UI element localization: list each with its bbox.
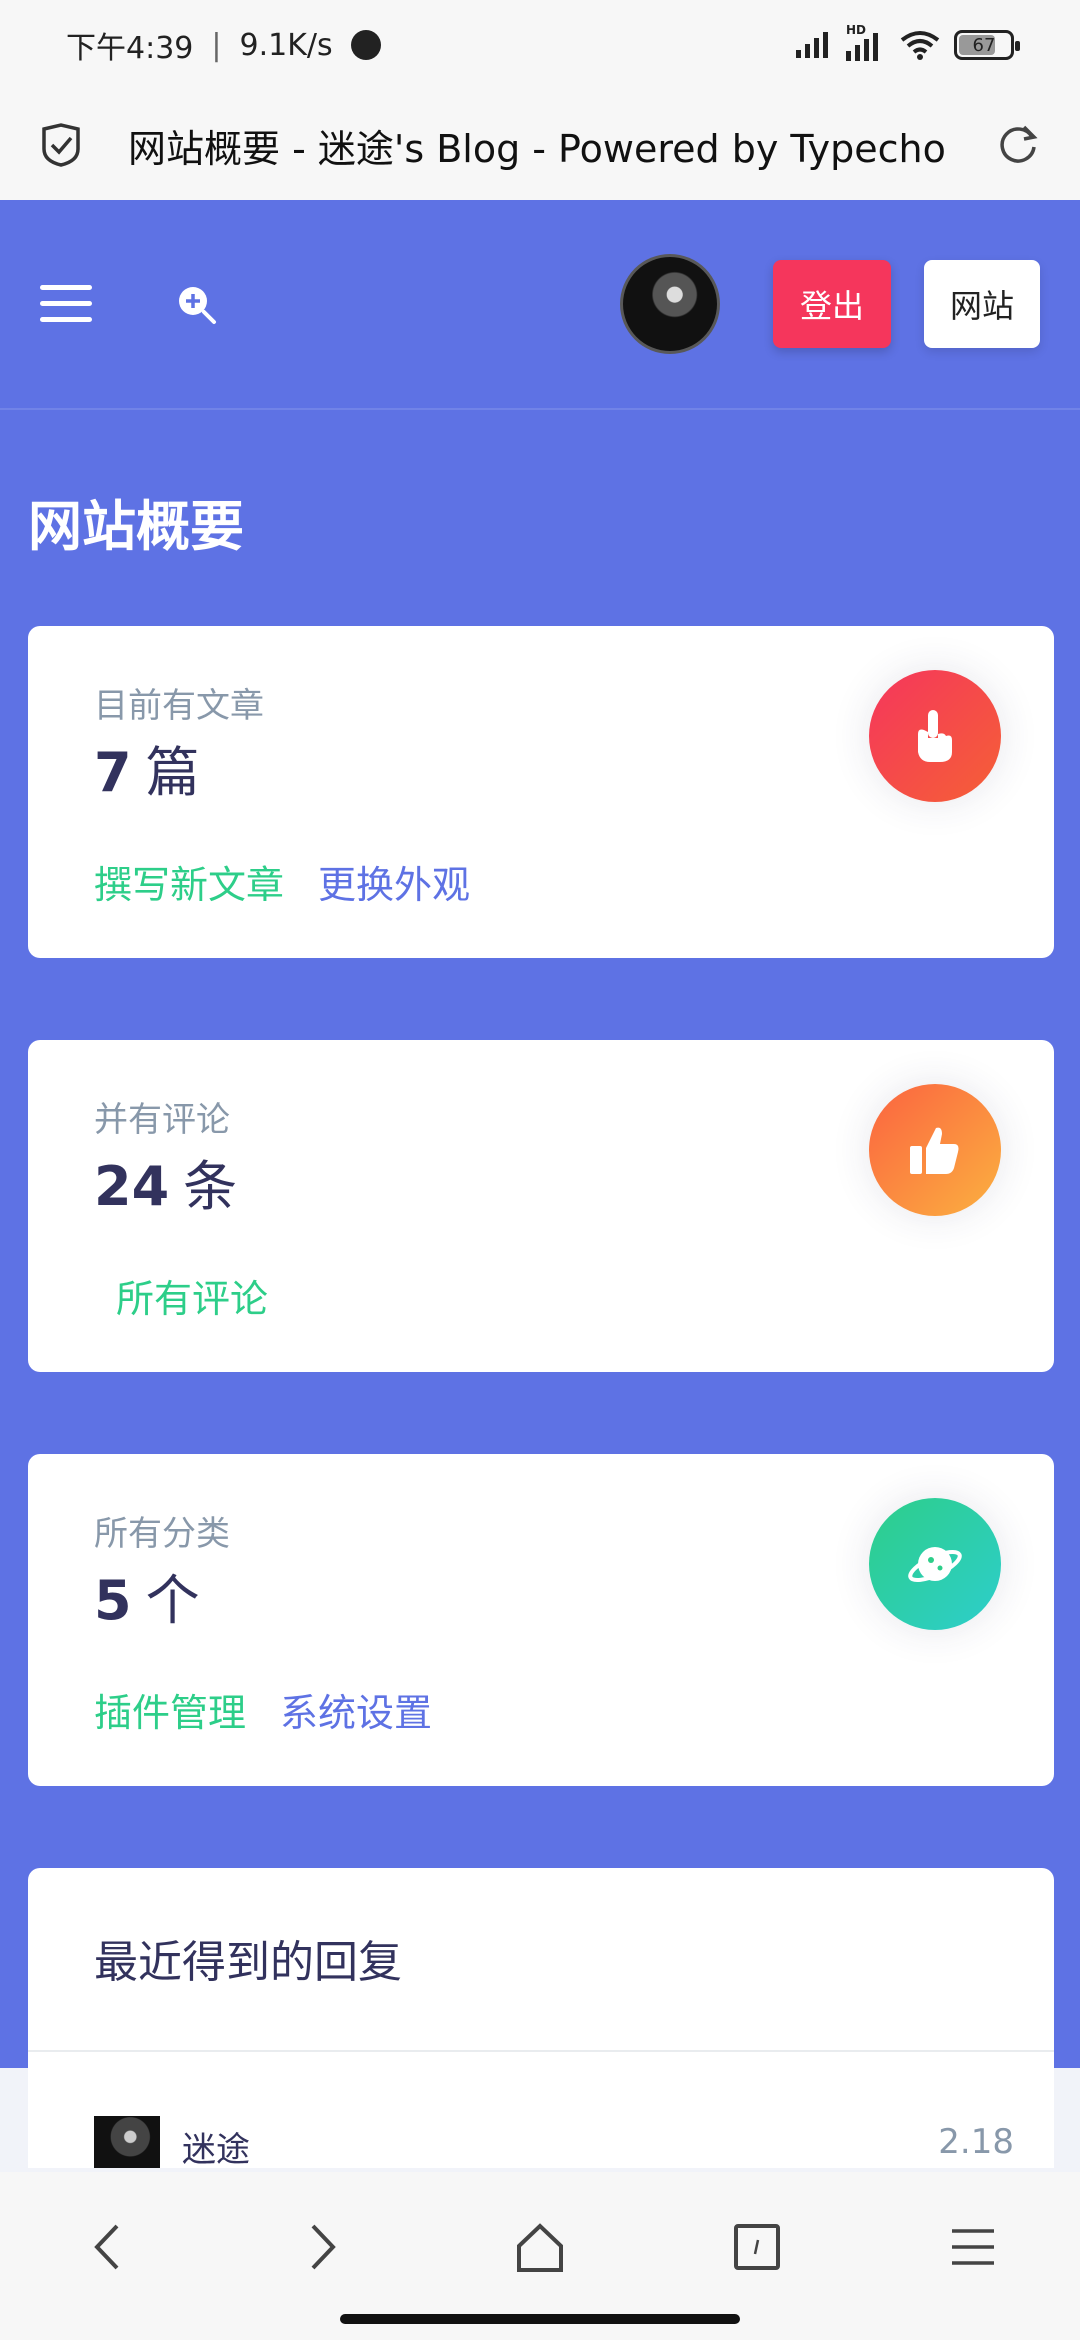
card-icon-circle bbox=[869, 1084, 1001, 1216]
card-count: 24 bbox=[94, 1155, 170, 1218]
search-icon[interactable] bbox=[176, 284, 218, 326]
hd-signal-icon: HD bbox=[846, 23, 886, 61]
reply-date: 2.18 bbox=[938, 2122, 1014, 2162]
card-icon-circle bbox=[869, 670, 1001, 802]
battery-level: 67 bbox=[972, 34, 996, 56]
status-bar: 下午4:39 | 9.1K/s HD 67 bbox=[0, 0, 1080, 90]
home-button[interactable] bbox=[505, 2212, 575, 2282]
tabs-button[interactable] bbox=[722, 2212, 792, 2282]
all-comments-link[interactable]: 所有评论 bbox=[116, 1268, 268, 1323]
recent-replies-card: 最近得到的回复 迷途 2.18 bbox=[28, 1868, 1054, 2170]
battery-icon: 67 bbox=[954, 30, 1020, 60]
plugin-management-link[interactable]: 插件管理 bbox=[94, 1682, 246, 1737]
home-icon bbox=[517, 2223, 563, 2272]
card-value: 7篇 bbox=[94, 728, 200, 807]
tabs-icon bbox=[734, 2224, 780, 2270]
forward-button[interactable] bbox=[288, 2212, 358, 2282]
card-label: 并有评论 bbox=[94, 1100, 230, 1140]
card-unit: 条 bbox=[183, 1155, 238, 1218]
back-button[interactable] bbox=[72, 2212, 142, 2282]
shield-check-icon[interactable] bbox=[40, 123, 82, 167]
status-right: HD 67 bbox=[796, 23, 1020, 61]
system-settings-link[interactable]: 系统设置 bbox=[280, 1682, 432, 1737]
browser-page-title: 网站概要 - 迷途's Blog - Powered by Typecho bbox=[128, 126, 946, 171]
card-value: 5个 bbox=[94, 1556, 200, 1635]
top-navbar: 登出 网站 bbox=[0, 200, 1080, 410]
browser-title-bar: 网站概要 - 迷途's Blog - Powered by Typecho bbox=[0, 90, 1080, 200]
page-title: 网站概要 bbox=[28, 495, 244, 558]
comments-stat-card: 并有评论 24 条 所有评论 bbox=[28, 1040, 1054, 1372]
card-count: 5 bbox=[94, 1569, 132, 1632]
thumbs-up-icon bbox=[910, 1127, 959, 1174]
card-links: 插件管理 系统设置 bbox=[94, 1682, 432, 1737]
alarm-icon bbox=[350, 30, 381, 60]
reply-author[interactable]: 迷途 bbox=[182, 2122, 250, 2171]
cellular-signal-icon bbox=[796, 32, 828, 58]
write-post-link[interactable]: 撰写新文章 bbox=[94, 854, 284, 909]
menu-lines-icon bbox=[952, 2229, 994, 2265]
status-left: 下午4:39 | 9.1K/s bbox=[66, 23, 381, 67]
posts-stat-card: 目前有文章 7篇 撰写新文章 更换外观 bbox=[28, 626, 1054, 958]
card-label: 所有分类 bbox=[94, 1514, 230, 1554]
status-time: 下午4:39 bbox=[66, 31, 194, 66]
card-icon-circle bbox=[869, 1498, 1001, 1630]
card-label: 目前有文章 bbox=[94, 686, 264, 726]
menu-icon[interactable] bbox=[40, 285, 92, 323]
card-unit: 篇 bbox=[145, 741, 200, 804]
net-speed: 9.1K/s bbox=[239, 27, 333, 63]
card-unit: 个 bbox=[145, 1569, 200, 1632]
card-links: 撰写新文章 更换外观 bbox=[94, 854, 470, 909]
categories-stat-card: 所有分类 5个 插件管理 系统设置 bbox=[28, 1454, 1054, 1786]
home-indicator[interactable] bbox=[340, 2314, 740, 2324]
avatar bbox=[94, 2116, 160, 2168]
site-button[interactable]: 网站 bbox=[924, 260, 1040, 348]
user-avatar[interactable] bbox=[620, 254, 720, 354]
pointing-hand-icon bbox=[918, 710, 952, 762]
divider bbox=[28, 2050, 1054, 2052]
chevron-left-icon bbox=[94, 2224, 119, 2270]
card-links: 所有评论 bbox=[116, 1268, 268, 1323]
browser-bottom-bar bbox=[0, 2172, 1080, 2340]
menu-button[interactable] bbox=[938, 2212, 1008, 2282]
wifi-icon bbox=[900, 31, 940, 60]
change-theme-link[interactable]: 更换外观 bbox=[318, 854, 470, 909]
list-item[interactable]: 迷途 2.18 bbox=[94, 2116, 1014, 2176]
card-count: 7 bbox=[94, 741, 132, 804]
card-value: 24 条 bbox=[94, 1142, 237, 1221]
recent-replies-title: 最近得到的回复 bbox=[94, 1937, 402, 1988]
reload-icon[interactable] bbox=[996, 123, 1040, 167]
chevron-right-icon bbox=[311, 2224, 336, 2270]
planet-icon bbox=[908, 1547, 962, 1583]
status-separator: | bbox=[211, 27, 222, 63]
logout-button[interactable]: 登出 bbox=[773, 260, 891, 348]
